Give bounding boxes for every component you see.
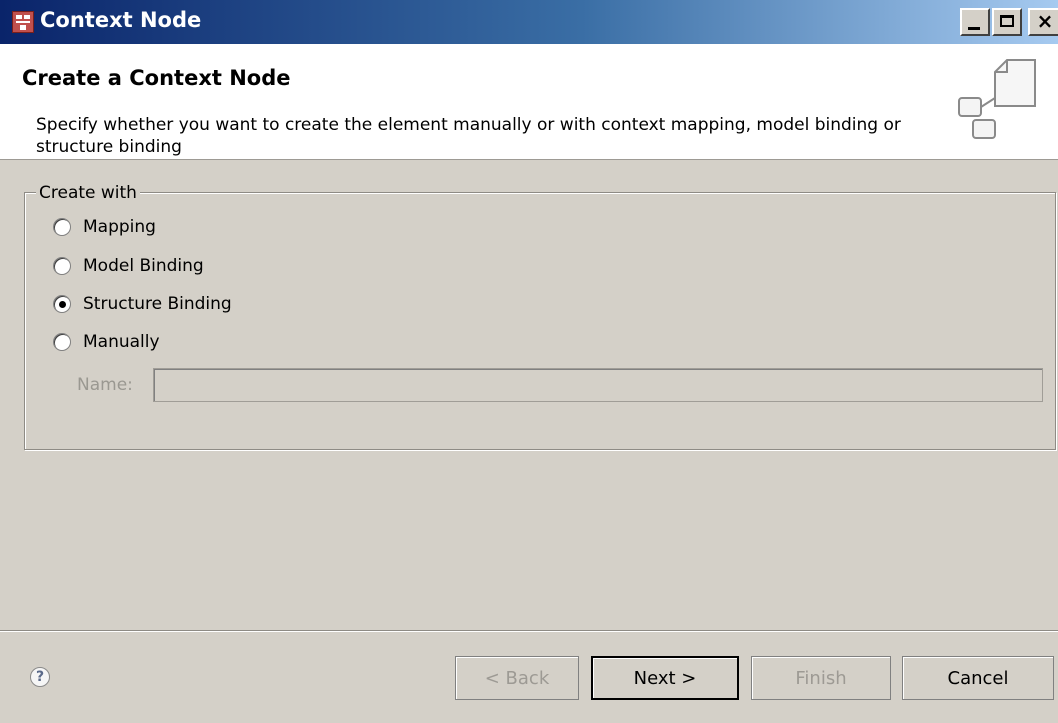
create-with-group (24, 192, 1056, 450)
finish-button[interactable]: Finish (751, 656, 891, 700)
name-field[interactable] (153, 368, 1043, 402)
name-label: Name: (77, 375, 133, 395)
create-with-legend: Create with (36, 183, 140, 203)
close-icon: × (1036, 9, 1054, 33)
radio-button[interactable] (53, 333, 71, 351)
radio-manually[interactable]: Manually (53, 330, 160, 354)
footer-separator (0, 630, 1058, 632)
radio-label: Structure Binding (83, 294, 232, 314)
page-title: Create a Context Node (22, 66, 291, 90)
minimize-icon (968, 27, 980, 30)
wizard-banner-icon (958, 59, 1036, 139)
window-title: Context Node (40, 8, 202, 32)
maximize-icon (1000, 15, 1014, 27)
app-icon (12, 11, 34, 33)
radio-button-selected[interactable] (53, 295, 71, 313)
radio-mapping[interactable]: Mapping (53, 215, 156, 239)
page-description: Specify whether you want to create the e… (36, 115, 901, 157)
radio-structure-binding[interactable]: Structure Binding (53, 292, 232, 316)
next-button[interactable]: Next > (591, 656, 739, 700)
radio-label: Model Binding (83, 256, 204, 276)
radio-button[interactable] (53, 257, 71, 275)
close-button[interactable]: × (1028, 8, 1058, 36)
radio-label: Mapping (83, 217, 156, 237)
wizard-header: Create a Context Node Specify whether yo… (0, 44, 1058, 160)
help-icon[interactable]: ? (30, 667, 50, 687)
maximize-button[interactable] (992, 8, 1022, 36)
title-bar[interactable]: Context Node × (0, 0, 1058, 44)
radio-button[interactable] (53, 218, 71, 236)
radio-model-binding[interactable]: Model Binding (53, 254, 204, 278)
back-button[interactable]: < Back (455, 656, 579, 700)
minimize-button[interactable] (960, 8, 990, 36)
radio-label: Manually (83, 332, 160, 352)
cancel-button[interactable]: Cancel (902, 656, 1054, 700)
